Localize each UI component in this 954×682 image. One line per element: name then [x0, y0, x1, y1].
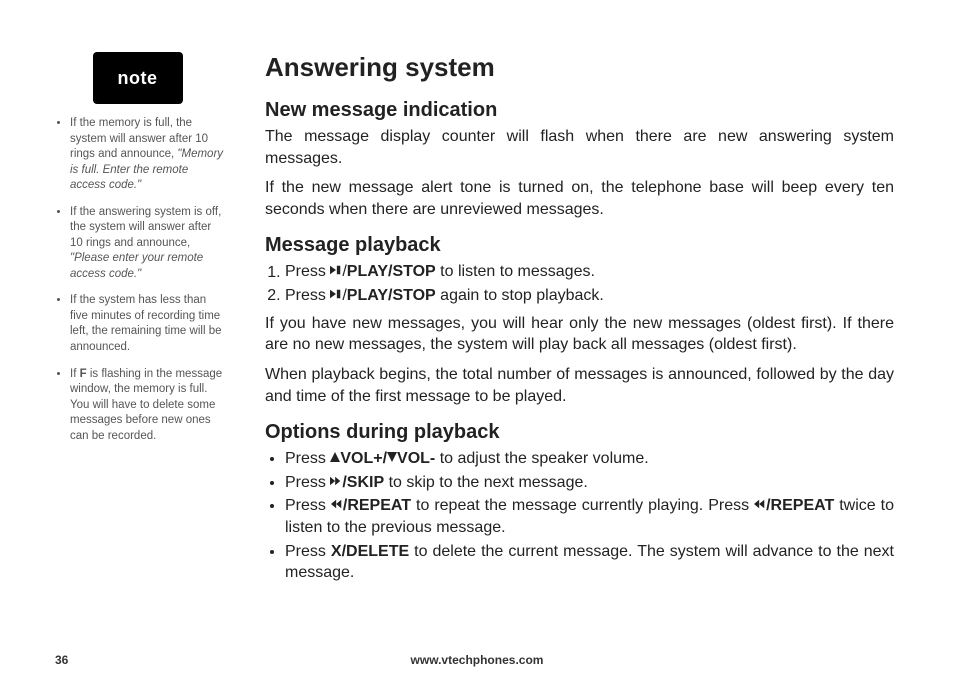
rewind-icon [331, 494, 343, 516]
note-bold: F [80, 368, 87, 380]
step-text: to repeat the message currently playing.… [411, 497, 754, 514]
note-text: If the answering system is off, the syst… [70, 206, 221, 249]
main-content: Answering system New message indication … [225, 50, 894, 620]
button-label: /SKIP [342, 474, 384, 491]
button-label: VOL- [397, 450, 435, 467]
section-heading: Options during playback [265, 419, 894, 446]
list-item: Press /REPEAT to repeat the message curr… [285, 495, 894, 538]
body-text: If you have new messages, you will hear … [265, 313, 894, 356]
page-title: Answering system [265, 50, 894, 85]
list-item: Press /SKIP to skip to the next message. [285, 472, 894, 494]
note-badge: note [93, 52, 183, 104]
section-heading: Message playback [265, 232, 894, 259]
button-label: X/DELETE [331, 543, 409, 560]
step-text: Press [285, 474, 330, 491]
step-text: Press [285, 287, 330, 304]
fast-forward-icon [330, 471, 342, 493]
note-text: is flashing in the message window, the m… [70, 368, 222, 442]
button-label: /REPEAT [343, 497, 411, 514]
numbered-list: Press /PLAY/STOP to listen to messages. … [265, 261, 894, 306]
page-number: 36 [55, 653, 68, 667]
note-item: If F is flashing in the message window, … [70, 367, 225, 445]
section-heading: New message indication [265, 97, 894, 124]
step-text: to adjust the speaker volume. [435, 450, 648, 467]
button-label: PLAY/STOP [347, 264, 436, 281]
list-item: Press /PLAY/STOP again to stop playback. [285, 285, 894, 307]
note-item: If the answering system is off, the syst… [70, 205, 225, 283]
step-text: Press [285, 497, 331, 514]
triangle-up-icon [330, 447, 340, 469]
rewind-icon [754, 494, 766, 516]
note-list: If the memory is full, the system will a… [50, 116, 225, 444]
step-text: again to stop playback. [436, 287, 604, 304]
bullet-list: Press VOL+/ VOL- to adjust the speaker vo… [265, 448, 894, 584]
button-label: VOL+/ [340, 450, 387, 467]
document-page: note If the memory is full, the system w… [0, 0, 954, 640]
step-text: Press [285, 264, 330, 281]
note-item: If the system has less than five minutes… [70, 293, 225, 355]
body-text: The message display counter will flash w… [265, 126, 894, 169]
note-quote: "Please enter your remote access code." [70, 252, 203, 280]
step-text: to skip to the next message. [384, 474, 588, 491]
button-label: /REPEAT [766, 497, 834, 514]
play-stop-icon [330, 284, 342, 306]
play-stop-icon [330, 260, 342, 282]
page-footer: 36 www.vtechphones.com [0, 653, 954, 667]
sidebar-note: note If the memory is full, the system w… [50, 50, 225, 620]
triangle-down-icon [387, 447, 397, 469]
step-text: to listen to messages. [436, 264, 595, 281]
step-text: Press [285, 450, 330, 467]
body-text: If the new message alert tone is turned … [265, 177, 894, 220]
list-item: Press /PLAY/STOP to listen to messages. [285, 261, 894, 283]
note-item: If the memory is full, the system will a… [70, 116, 225, 194]
note-text: If [70, 368, 80, 380]
note-text: If the system has less than five minutes… [70, 294, 221, 353]
button-label: PLAY/STOP [347, 287, 436, 304]
list-item: Press X/DELETE to delete the current mes… [285, 541, 894, 584]
list-item: Press VOL+/ VOL- to adjust the speaker vo… [285, 448, 894, 470]
body-text: When playback begins, the total number o… [265, 364, 894, 407]
footer-url: www.vtechphones.com [0, 653, 954, 667]
step-text: Press [285, 543, 331, 560]
